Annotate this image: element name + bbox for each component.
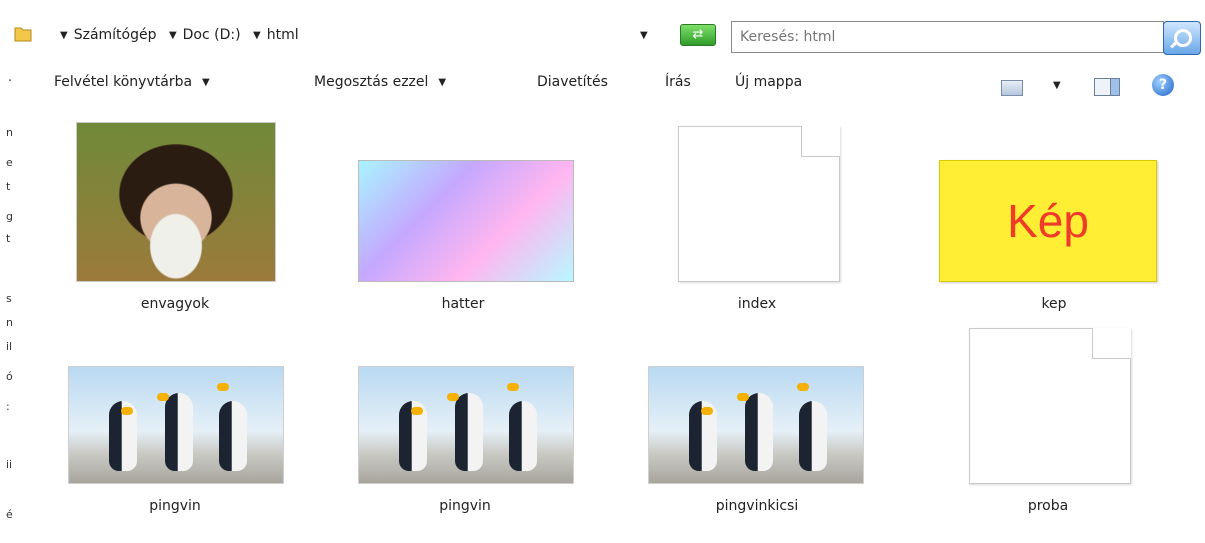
breadcrumb-item-drive[interactable]: ▼ Doc (D:) — [169, 22, 241, 50]
toolbar-burn[interactable]: Írás — [665, 74, 691, 90]
file-name: pingvin — [439, 498, 491, 514]
thumbnail-text: Kép — [1007, 195, 1089, 247]
file-name: pingvin — [149, 498, 201, 514]
address-bar: ▼ Számítógép ▼ Doc (D:) ▼ html ▼ ⇄ — [0, 0, 1205, 64]
file-name: envagyok — [140, 296, 210, 312]
toolbar-slideshow[interactable]: Diavetítés — [537, 74, 608, 90]
breadcrumb-item-computer[interactable]: ▼ Számítógép — [60, 22, 157, 50]
search-icon[interactable] — [1163, 21, 1201, 55]
file-name: proba — [1027, 498, 1069, 514]
command-toolbar: · Felvétel könyvtárba ▼ Megosztás ezzel ▼ … — [0, 64, 1205, 104]
nav-item-fragment[interactable]: n — [6, 316, 13, 329]
file-list: envagyok hatter index Kép kep pingvin pi… — [30, 104, 1205, 543]
monkey-photo-icon — [76, 122, 276, 282]
penguin-photo-icon — [648, 366, 864, 484]
search-input[interactable] — [740, 24, 1150, 50]
help-icon[interactable]: ? — [1152, 74, 1174, 96]
toolbar-overflow-icon[interactable]: · — [8, 74, 12, 89]
breadcrumb-label: Doc (D:) — [182, 27, 241, 43]
nav-item-fragment[interactable]: é — [6, 508, 13, 521]
breadcrumb-label: Számítógép — [73, 27, 157, 43]
nav-item-fragment[interactable]: n — [6, 126, 13, 139]
file-item-proba[interactable]: proba — [933, 320, 1163, 540]
nav-item-fragment[interactable]: ii — [6, 458, 12, 471]
file-item-index[interactable]: index — [642, 120, 872, 320]
toolbar-label: Felvétel könyvtárba — [54, 74, 193, 90]
file-item-kep[interactable]: Kép kep — [939, 120, 1169, 320]
penguin-photo-icon — [68, 366, 284, 484]
nav-item-fragment[interactable]: t — [6, 180, 10, 193]
nav-item-fragment[interactable]: il — [6, 340, 12, 353]
nav-item-fragment[interactable]: g — [6, 210, 13, 223]
chevron-down-icon[interactable]: ▼ — [169, 30, 177, 41]
file-item-pingvinkicsi[interactable]: pingvinkicsi — [642, 360, 872, 540]
chevron-down-icon[interactable]: ▼ — [253, 30, 261, 41]
nav-item-fragment[interactable]: e — [6, 156, 13, 169]
file-name: hatter — [441, 296, 485, 312]
file-item-envagyok[interactable]: envagyok — [60, 120, 290, 320]
blank-document-icon — [678, 126, 840, 282]
navigation-pane[interactable]: n e t g t s n il ó : ii é — [0, 104, 26, 543]
chevron-down-icon: ▼ — [438, 77, 447, 88]
view-icon[interactable] — [1001, 80, 1023, 96]
file-item-hatter[interactable]: hatter — [348, 120, 578, 320]
search-box — [731, 21, 1164, 53]
blank-document-icon — [969, 328, 1131, 484]
breadcrumb-label: html — [266, 27, 299, 43]
penguin-photo-icon — [358, 366, 574, 484]
toolbar-share-with[interactable]: Megosztás ezzel ▼ — [314, 74, 452, 90]
file-name: index — [737, 296, 777, 312]
file-item-pingvin[interactable]: pingvin — [60, 360, 290, 540]
file-item-pingvin-2[interactable]: pingvin — [350, 360, 580, 540]
chevron-down-icon: ▼ — [202, 77, 210, 88]
view-dropdown-icon[interactable]: ▼ — [1053, 80, 1061, 91]
breadcrumb-item-folder[interactable]: ▼ html — [253, 22, 299, 50]
toolbar-new-folder[interactable]: Új mappa — [735, 74, 802, 90]
nav-item-fragment[interactable]: : — [6, 400, 10, 413]
file-name: kep — [1041, 296, 1067, 312]
chevron-down-icon[interactable]: ▼ — [60, 30, 68, 41]
gradient-image-icon — [358, 160, 574, 282]
address-history-dropdown-icon[interactable]: ▼ — [640, 30, 648, 41]
kep-image-icon: Kép — [939, 160, 1157, 282]
nav-item-fragment[interactable]: s — [6, 292, 12, 305]
nav-item-fragment[interactable]: ó — [6, 370, 13, 383]
preview-pane-icon[interactable] — [1094, 78, 1120, 96]
nav-item-fragment[interactable]: t — [6, 232, 10, 245]
file-name: pingvinkicsi — [715, 498, 799, 514]
toolbar-include-in-library[interactable]: Felvétel könyvtárba ▼ — [54, 74, 216, 90]
refresh-icon[interactable]: ⇄ — [680, 24, 716, 46]
breadcrumb: ▼ Számítógép ▼ Doc (D:) ▼ html — [60, 22, 640, 48]
toolbar-label: Megosztás ezzel — [314, 74, 429, 90]
folder-icon — [14, 24, 32, 42]
